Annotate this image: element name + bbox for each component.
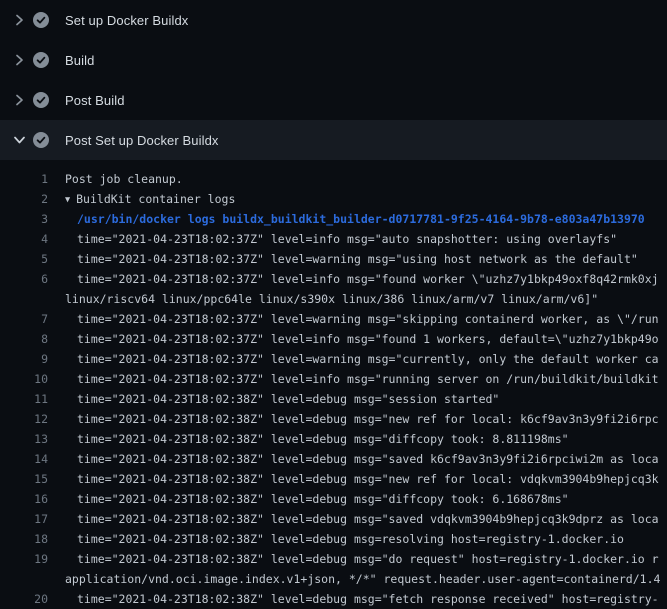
log-row: application/vnd.oci.image.index.v1+json,…	[0, 569, 667, 589]
line-number[interactable]: 6	[0, 269, 48, 289]
log-row: 8 time="2021-04-23T18:02:37Z" level=info …	[0, 329, 667, 349]
log-row: 11 time="2021-04-23T18:02:38Z" level=debu…	[0, 389, 667, 409]
log-text: time="2021-04-23T18:02:38Z" level=debug …	[77, 509, 659, 529]
log-text: time="2021-04-23T18:02:38Z" level=debug …	[77, 389, 499, 409]
log-row: 4 time="2021-04-23T18:02:37Z" level=info …	[0, 229, 667, 249]
line-number[interactable]: 17	[0, 509, 48, 529]
group-caret-icon: ▼	[65, 190, 70, 209]
line-number[interactable]: 9	[0, 349, 48, 369]
log-text: Post job cleanup.	[65, 169, 183, 189]
step-label: Set up Docker Buildx	[65, 13, 188, 28]
line-number[interactable]: 8	[0, 329, 48, 349]
log-text: time="2021-04-23T18:02:38Z" level=debug …	[77, 589, 659, 609]
chevron-down-icon	[13, 134, 25, 146]
log-text: time="2021-04-23T18:02:38Z" level=debug …	[77, 469, 659, 489]
step-label: Post Build	[65, 93, 125, 108]
line-number[interactable]: 15	[0, 469, 48, 489]
log-row: 13 time="2021-04-23T18:02:38Z" level=debu…	[0, 429, 667, 449]
log-row: 7 time="2021-04-23T18:02:37Z" level=warni…	[0, 309, 667, 329]
group-title: BuildKit container logs	[76, 192, 235, 206]
steps-list: Set up Docker Buildx Build Post Build Post …	[0, 0, 667, 160]
log-text: time="2021-04-23T18:02:38Z" level=debug …	[77, 409, 659, 429]
log-row: 16 time="2021-04-23T18:02:38Z" level=debu…	[0, 489, 667, 509]
step-label: Build	[65, 53, 94, 68]
log-text: time="2021-04-23T18:02:38Z" level=debug …	[77, 449, 659, 469]
log-group-toggle[interactable]: ▼ BuildKit container logs	[65, 189, 235, 209]
line-number[interactable]: 13	[0, 429, 48, 449]
log-row: 20 time="2021-04-23T18:02:38Z" level=debu…	[0, 589, 667, 609]
step-header-post-set-up-docker-buildx[interactable]: Post Set up Docker Buildx	[0, 120, 667, 160]
log-text: time="2021-04-23T18:02:38Z" level=debug …	[77, 429, 569, 449]
line-number[interactable]: 10	[0, 369, 48, 389]
log-row: 12 time="2021-04-23T18:02:38Z" level=debu…	[0, 409, 667, 429]
log-text: time="2021-04-23T18:02:38Z" level=debug …	[77, 489, 569, 509]
log-row: 14 time="2021-04-23T18:02:38Z" level=debu…	[0, 449, 667, 469]
log-text: time="2021-04-23T18:02:37Z" level=warnin…	[77, 309, 659, 329]
log-text: time="2021-04-23T18:02:38Z" level=debug …	[77, 549, 659, 569]
line-number[interactable]: 14	[0, 449, 48, 469]
line-number[interactable]: 5	[0, 249, 48, 269]
step-header-post-build[interactable]: Post Build	[0, 80, 667, 120]
chevron-right-icon	[13, 14, 25, 26]
line-number[interactable]: 3	[0, 209, 48, 229]
log-row: 19 time="2021-04-23T18:02:38Z" level=debu…	[0, 549, 667, 569]
check-circle-icon	[33, 12, 49, 28]
line-number[interactable]: 18	[0, 529, 48, 549]
line-number[interactable]: 19	[0, 549, 48, 569]
line-number[interactable]: 12	[0, 409, 48, 429]
check-circle-icon	[33, 92, 49, 108]
log-row: 18 time="2021-04-23T18:02:38Z" level=debu…	[0, 529, 667, 549]
line-number[interactable]: 4	[0, 229, 48, 249]
log-row: 2 ▼ BuildKit container logs	[0, 189, 667, 209]
step-header-set-up-docker-buildx[interactable]: Set up Docker Buildx	[0, 0, 667, 40]
line-number[interactable]: 16	[0, 489, 48, 509]
log-row: 17 time="2021-04-23T18:02:38Z" level=debu…	[0, 509, 667, 529]
line-number[interactable]: 1	[0, 169, 48, 189]
command-text: /usr/bin/docker logs buildx_buildkit_bui…	[77, 209, 645, 229]
chevron-right-icon	[13, 54, 25, 66]
log-row: 3/usr/bin/docker logs buildx_buildkit_bu…	[0, 209, 667, 229]
log-row: 1 Post job cleanup.	[0, 169, 667, 189]
check-circle-icon	[33, 52, 49, 68]
line-number[interactable]: 7	[0, 309, 48, 329]
check-circle-icon	[33, 132, 49, 148]
log-text: time="2021-04-23T18:02:37Z" level=warnin…	[77, 249, 638, 269]
line-number[interactable]: 2	[0, 189, 48, 209]
log-text: time="2021-04-23T18:02:37Z" level=info m…	[77, 229, 617, 249]
log-row: 10 time="2021-04-23T18:02:37Z" level=info…	[0, 369, 667, 389]
log-text: time="2021-04-23T18:02:37Z" level=warnin…	[77, 349, 659, 369]
log-text: time="2021-04-23T18:02:38Z" level=debug …	[77, 529, 624, 549]
log-row: 9 time="2021-04-23T18:02:37Z" level=warni…	[0, 349, 667, 369]
log-row: 5 time="2021-04-23T18:02:37Z" level=warni…	[0, 249, 667, 269]
log-row: linux/riscv64 linux/ppc64le linux/s390x …	[0, 289, 667, 309]
log-text: time="2021-04-23T18:02:37Z" level=info m…	[77, 269, 659, 289]
log-viewer: 1 Post job cleanup. 2 ▼ BuildKit container l…	[0, 160, 667, 609]
step-label: Post Set up Docker Buildx	[65, 133, 219, 148]
log-row: 15 time="2021-04-23T18:02:38Z" level=debu…	[0, 469, 667, 489]
log-text: time="2021-04-23T18:02:37Z" level=info m…	[77, 329, 659, 349]
step-header-build[interactable]: Build	[0, 40, 667, 80]
log-row: 6 time="2021-04-23T18:02:37Z" level=info …	[0, 269, 667, 289]
chevron-right-icon	[13, 94, 25, 106]
log-text: time="2021-04-23T18:02:37Z" level=info m…	[77, 369, 659, 389]
line-number	[0, 289, 48, 309]
log-text: application/vnd.oci.image.index.v1+json,…	[65, 569, 660, 589]
line-number	[0, 569, 48, 589]
line-number[interactable]: 20	[0, 589, 48, 609]
log-text: linux/riscv64 linux/ppc64le linux/s390x …	[65, 289, 598, 309]
line-number[interactable]: 11	[0, 389, 48, 409]
